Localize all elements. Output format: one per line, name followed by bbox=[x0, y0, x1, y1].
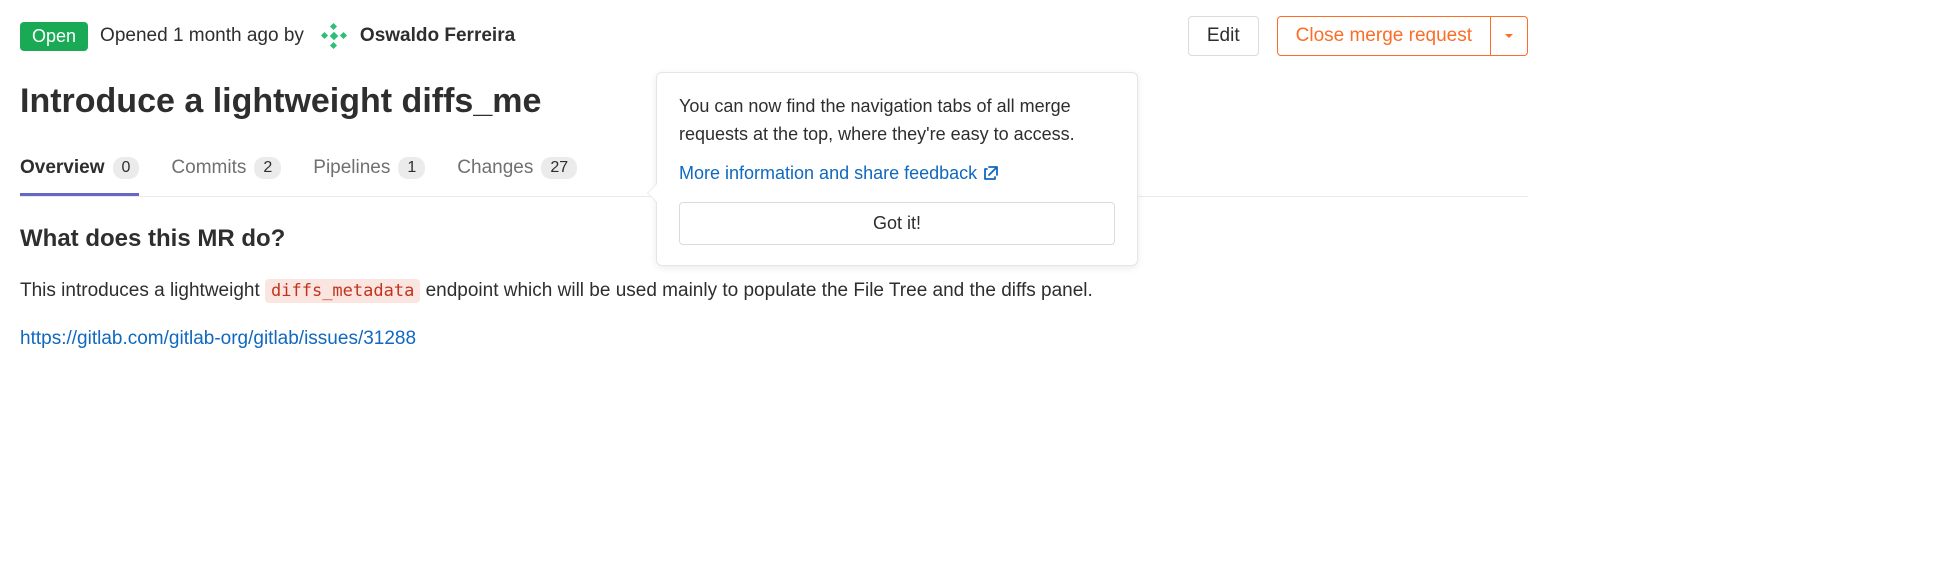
tab-label: Commits bbox=[171, 157, 246, 179]
edit-button[interactable]: Edit bbox=[1188, 16, 1259, 56]
close-mr-button[interactable]: Close merge request bbox=[1277, 16, 1491, 56]
desc-text: This introduces a lightweight bbox=[20, 280, 265, 301]
external-link-icon bbox=[983, 165, 999, 181]
code-inline: diffs_metadata bbox=[265, 279, 420, 303]
tab-label: Pipelines bbox=[313, 157, 390, 179]
caret-down-icon bbox=[1503, 30, 1515, 42]
tab-count-badge: 0 bbox=[113, 157, 140, 179]
tab-changes[interactable]: Changes 27 bbox=[457, 157, 577, 196]
status-badge: Open bbox=[20, 22, 88, 51]
author-name[interactable]: Oswaldo Ferreira bbox=[360, 25, 515, 47]
opened-text: Opened 1 month ago by bbox=[100, 25, 304, 47]
tab-commits[interactable]: Commits 2 bbox=[171, 157, 281, 196]
popover-text: You can now find the navigation tabs of … bbox=[679, 93, 1115, 149]
tab-label: Changes bbox=[457, 157, 533, 179]
feature-popover: You can now find the navigation tabs of … bbox=[656, 72, 1138, 266]
mr-header: Open Opened 1 month ago by Oswaldo Ferre… bbox=[20, 16, 1528, 56]
close-mr-group: Close merge request bbox=[1277, 16, 1528, 56]
description-paragraph: This introduces a lightweight diffs_meta… bbox=[20, 277, 1528, 306]
popover-more-info-link[interactable]: More information and share feedback bbox=[679, 163, 999, 184]
tab-count-badge: 2 bbox=[254, 157, 281, 179]
avatar[interactable] bbox=[318, 20, 350, 52]
close-mr-dropdown[interactable] bbox=[1491, 16, 1528, 56]
issue-link[interactable]: https://gitlab.com/gitlab-org/gitlab/iss… bbox=[20, 328, 416, 349]
tab-count-badge: 1 bbox=[398, 157, 425, 179]
tab-count-badge: 27 bbox=[541, 157, 577, 179]
popover-link-label: More information and share feedback bbox=[679, 163, 977, 184]
tab-label: Overview bbox=[20, 157, 105, 179]
got-it-button[interactable]: Got it! bbox=[679, 202, 1115, 245]
tab-overview[interactable]: Overview 0 bbox=[20, 157, 139, 196]
desc-text: endpoint which will be used mainly to po… bbox=[420, 280, 1092, 301]
tab-pipelines[interactable]: Pipelines 1 bbox=[313, 157, 425, 196]
